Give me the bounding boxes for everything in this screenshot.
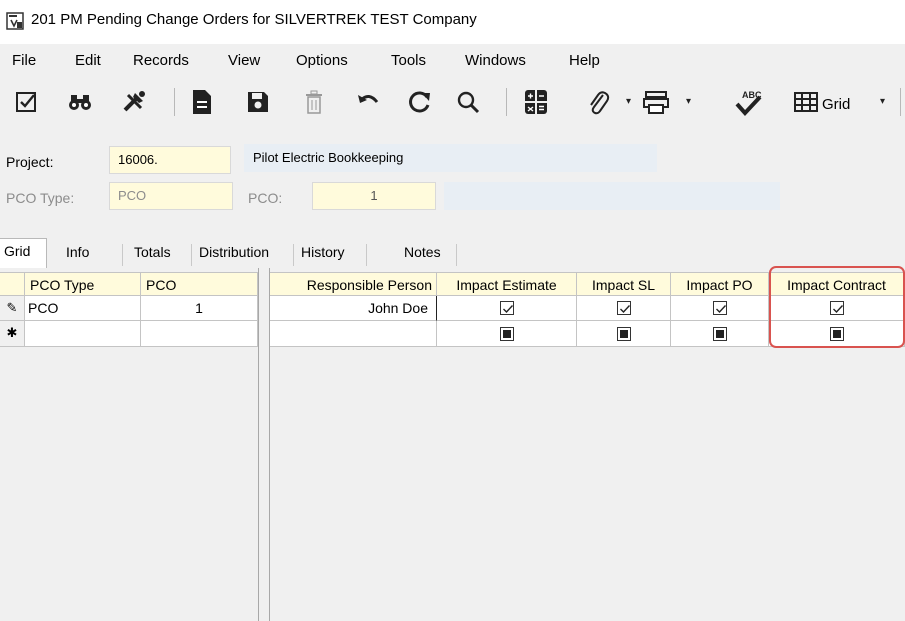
- toolbar-separator: [506, 88, 507, 116]
- menu-tools[interactable]: Tools: [391, 52, 426, 69]
- tools-icon[interactable]: [120, 88, 148, 116]
- cell-pco[interactable]: 1: [141, 296, 258, 321]
- row-header-corner: [0, 272, 25, 296]
- new-document-icon[interactable]: [188, 88, 216, 116]
- project-field[interactable]: 16006.: [109, 146, 231, 174]
- tab-totals[interactable]: Totals: [128, 240, 177, 268]
- menu-bar: File Edit Records View Options Tools Win…: [0, 44, 905, 80]
- row-indicator-edit-icon: ✎: [0, 296, 25, 321]
- menu-view[interactable]: View: [228, 52, 260, 69]
- grid-view-label[interactable]: Grid: [822, 96, 850, 113]
- menu-records[interactable]: Records: [133, 52, 189, 69]
- impact-sl-checkbox[interactable]: [617, 301, 631, 315]
- tab-history[interactable]: History: [295, 240, 351, 268]
- impact-estimate-checkbox[interactable]: [500, 327, 514, 341]
- pco-type-field[interactable]: PCO: [109, 182, 233, 210]
- pco-type-label: PCO Type:: [6, 190, 75, 206]
- impact-po-checkbox[interactable]: [713, 301, 727, 315]
- menu-windows[interactable]: Windows: [465, 52, 526, 69]
- undo-icon[interactable]: [354, 88, 382, 116]
- refresh-icon[interactable]: [406, 88, 434, 116]
- pco-field[interactable]: 1: [312, 182, 436, 210]
- column-header-pco[interactable]: PCO: [141, 272, 258, 296]
- grid-splitter[interactable]: [258, 268, 270, 621]
- column-header-pco-type[interactable]: PCO Type: [25, 272, 141, 296]
- calculator-icon[interactable]: [522, 88, 550, 116]
- impact-po-checkbox[interactable]: [713, 327, 727, 341]
- pco-label: PCO:: [248, 190, 283, 206]
- cell-pco-type[interactable]: PCO: [25, 296, 141, 321]
- impact-estimate-checkbox[interactable]: [500, 301, 514, 315]
- title-bar: 201 PM Pending Change Orders for SILVERT…: [0, 0, 905, 44]
- project-description: Pilot Electric Bookkeeping: [244, 144, 657, 172]
- app-icon: [6, 12, 24, 30]
- grid-icon[interactable]: [792, 88, 820, 116]
- column-header-responsible-person[interactable]: Responsible Person: [270, 272, 437, 296]
- tab-grid[interactable]: Grid: [0, 238, 47, 268]
- tab-divider: [366, 244, 367, 266]
- cell-responsible-person[interactable]: [270, 321, 437, 347]
- toolbar: ▾ ▾ ABC Grid ▾: [0, 80, 905, 126]
- window-title: 201 PM Pending Change Orders for SILVERT…: [31, 11, 477, 28]
- pco-description: [444, 182, 780, 210]
- check-edit-icon[interactable]: [12, 88, 40, 116]
- row-indicator-new-icon: ✱: [0, 321, 25, 347]
- grid-dropdown-icon[interactable]: ▾: [880, 96, 885, 107]
- tab-distribution[interactable]: Distribution: [193, 240, 275, 268]
- tab-info[interactable]: Info: [60, 240, 95, 268]
- toolbar-separator: [174, 88, 175, 116]
- menu-help[interactable]: Help: [569, 52, 600, 69]
- print-icon[interactable]: [642, 88, 670, 116]
- column-header-impact-po[interactable]: Impact PO: [671, 272, 769, 296]
- save-icon[interactable]: [244, 88, 272, 116]
- menu-edit[interactable]: Edit: [75, 52, 101, 69]
- toolbar-separator: [900, 88, 901, 116]
- cell-pco[interactable]: [141, 321, 258, 347]
- tab-divider: [191, 244, 192, 266]
- tab-divider: [293, 244, 294, 266]
- spellcheck-icon[interactable]: ABC: [734, 88, 762, 116]
- paperclip-icon[interactable]: [584, 88, 612, 116]
- impact-contract-highlight: [769, 266, 905, 348]
- search-icon[interactable]: [454, 88, 482, 116]
- cell-responsible-person[interactable]: John Doe: [270, 296, 437, 321]
- pco-header-form: Project: 16006. Pilot Electric Bookkeepi…: [0, 126, 905, 236]
- tab-divider: [122, 244, 123, 266]
- tab-notes[interactable]: Notes: [398, 240, 447, 268]
- cell-pco-type[interactable]: [25, 321, 141, 347]
- tab-strip: Grid Info Totals Distribution History No…: [0, 236, 905, 268]
- binoculars-icon[interactable]: [66, 88, 94, 116]
- column-header-impact-estimate[interactable]: Impact Estimate: [437, 272, 577, 296]
- menu-file[interactable]: File: [12, 52, 36, 69]
- menu-options[interactable]: Options: [296, 52, 348, 69]
- project-label: Project:: [6, 154, 54, 170]
- delete-icon[interactable]: [300, 88, 328, 116]
- print-dropdown-icon[interactable]: ▾: [686, 96, 691, 107]
- tab-divider: [456, 244, 457, 266]
- impact-sl-checkbox[interactable]: [617, 327, 631, 341]
- column-header-impact-sl[interactable]: Impact SL: [577, 272, 671, 296]
- attach-dropdown-icon[interactable]: ▾: [626, 96, 631, 107]
